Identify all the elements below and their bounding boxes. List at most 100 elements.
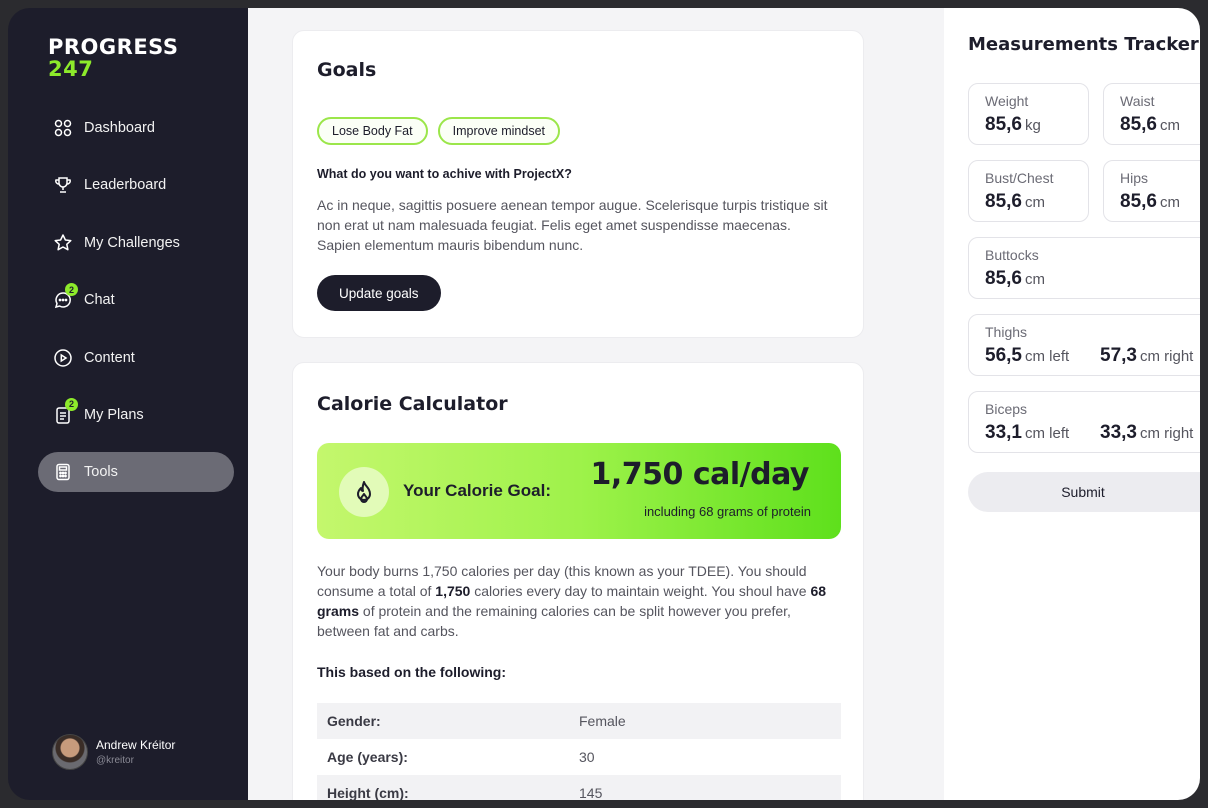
value-unit: cm bbox=[1024, 194, 1045, 211]
sidebar-item-tools[interactable]: Tools bbox=[38, 452, 234, 493]
avatar bbox=[52, 734, 88, 770]
calorie-goal-value: 1,750 cal/day bbox=[590, 457, 810, 492]
brand-logo[interactable]: PROGRESS 247 bbox=[48, 36, 178, 80]
sidebar-item-label: My Challenges bbox=[84, 234, 180, 251]
weight-field[interactable]: Weight 85,6 kg bbox=[968, 83, 1089, 145]
value-unit: cm bbox=[1159, 194, 1180, 211]
value-number: 85,6 bbox=[985, 191, 1022, 212]
calorie-goal-subtitle: including 68 grams of protein bbox=[644, 504, 811, 519]
user-name: Andrew Kréitor bbox=[96, 738, 176, 752]
submit-button[interactable]: Submit bbox=[968, 472, 1200, 512]
main-content: Goals Lose Body Fat Improve mindset What… bbox=[248, 8, 944, 800]
field-label: Biceps bbox=[985, 401, 1028, 417]
goals-question: What do you want to achive with ProjectX… bbox=[317, 167, 572, 181]
grid-icon bbox=[52, 117, 74, 139]
tracker-title: Measurements Tracker bbox=[968, 34, 1199, 55]
buttocks-field[interactable]: Buttocks 85,6 cm bbox=[968, 237, 1200, 299]
value-number: 57,3 bbox=[1100, 345, 1137, 366]
plans-badge: 2 bbox=[65, 397, 78, 411]
explanation-bold: 1,750 bbox=[435, 583, 471, 599]
measurements-panel: Measurements Tracker Weight 85,6 kg Waist… bbox=[944, 8, 1200, 800]
field-label: Waist bbox=[1120, 93, 1155, 109]
value-unit: kg bbox=[1024, 117, 1041, 134]
sidebar-item-label: Chat bbox=[84, 292, 115, 309]
table-key: Gender: bbox=[327, 713, 381, 729]
table-row: Height (cm): 145 bbox=[317, 775, 841, 800]
explanation-text: of protein and the remaining calories ca… bbox=[317, 603, 791, 639]
user-handle: @kreitor bbox=[96, 755, 134, 766]
brand-line-1: PROGRESS bbox=[48, 35, 179, 59]
biceps-field[interactable]: Biceps 33,1 cm left 33,3 cm right bbox=[968, 391, 1200, 453]
value-number: 85,6 bbox=[1120, 114, 1157, 135]
inputs-table: Gender: Female Age (years): 30 Height (c… bbox=[317, 703, 841, 800]
trophy-icon bbox=[52, 174, 74, 196]
update-goals-button[interactable]: Update goals bbox=[317, 275, 441, 311]
field-value: 85,6 cm bbox=[1120, 114, 1180, 136]
table-key: Age (years): bbox=[327, 749, 408, 765]
calculator-icon bbox=[52, 461, 74, 483]
value-number: 85,6 bbox=[1120, 191, 1157, 212]
field-value: 85,6 cm bbox=[985, 268, 1045, 290]
chat-icon: 2 bbox=[52, 283, 78, 311]
brand-line-2: 247 bbox=[48, 57, 94, 81]
goal-chips: Lose Body Fat Improve mindset bbox=[317, 117, 561, 145]
value-number: 33,1 bbox=[985, 422, 1022, 443]
sidebar-item-my-plans[interactable]: 2 My Plans bbox=[38, 395, 234, 435]
sidebar-item-label: Leaderboard bbox=[84, 177, 167, 194]
calculator-explanation: Your body burns 1,750 calories per day (… bbox=[317, 561, 841, 641]
sidebar: PROGRESS 247 Dashboard Leaderboard My Ch… bbox=[8, 8, 248, 800]
value-number: 33,3 bbox=[1100, 422, 1137, 443]
document-icon: 2 bbox=[52, 397, 78, 426]
thighs-field[interactable]: Thighs 56,5 cm left 57,3 cm right bbox=[968, 314, 1200, 376]
calorie-goal-banner: Your Calorie Goal: 1,750 cal/day includi… bbox=[317, 443, 841, 539]
field-value: 85,6 cm bbox=[1120, 191, 1180, 213]
table-row: Age (years): 30 bbox=[317, 739, 841, 775]
sidebar-item-my-challenges[interactable]: My Challenges bbox=[38, 223, 234, 263]
play-icon bbox=[52, 347, 74, 369]
goal-chip[interactable]: Lose Body Fat bbox=[317, 117, 428, 145]
table-value: 145 bbox=[579, 785, 603, 800]
sidebar-item-leaderboard[interactable]: Leaderboard bbox=[38, 165, 234, 205]
app-window: PROGRESS 247 Dashboard Leaderboard My Ch… bbox=[8, 8, 1200, 800]
waist-field[interactable]: Waist 85,6 cm bbox=[1103, 83, 1200, 145]
calorie-calculator-card: Calorie Calculator Your Calorie Goal: 1,… bbox=[292, 362, 864, 800]
value-unit: cm right bbox=[1139, 348, 1194, 365]
value-number: 56,5 bbox=[985, 345, 1022, 366]
sidebar-nav: Dashboard Leaderboard My Challenges 2 Ch… bbox=[38, 108, 234, 510]
table-key: Height (cm): bbox=[327, 785, 409, 800]
field-label: Hips bbox=[1120, 170, 1149, 186]
field-value-right: 57,3 cm right bbox=[1100, 345, 1193, 367]
star-icon bbox=[52, 232, 74, 254]
fire-icon bbox=[339, 467, 389, 517]
goal-chip[interactable]: Improve mindset bbox=[437, 117, 561, 145]
field-value-right: 33,3 cm right bbox=[1100, 422, 1193, 444]
value-unit: cm bbox=[1024, 271, 1045, 288]
table-value: 30 bbox=[579, 749, 595, 765]
sidebar-item-chat[interactable]: 2 Chat bbox=[38, 280, 234, 320]
value-number: 85,6 bbox=[985, 268, 1022, 289]
explanation-text: calories every day to maintain weight. Y… bbox=[470, 583, 811, 599]
value-unit: cm bbox=[1159, 117, 1180, 134]
calorie-goal-label: Your Calorie Goal: bbox=[403, 481, 551, 500]
value-unit: cm right bbox=[1139, 425, 1194, 442]
chat-badge: 2 bbox=[65, 283, 78, 297]
goals-card: Goals Lose Body Fat Improve mindset What… bbox=[292, 30, 864, 338]
sidebar-item-content[interactable]: Content bbox=[38, 338, 234, 378]
field-value-left: 56,5 cm left bbox=[985, 345, 1069, 367]
goals-title: Goals bbox=[317, 59, 377, 81]
user-profile[interactable]: Andrew Kréitor @kreitor bbox=[52, 734, 175, 770]
field-value: 85,6 kg bbox=[985, 114, 1041, 136]
sidebar-item-dashboard[interactable]: Dashboard bbox=[38, 108, 234, 148]
goals-text: Ac in neque, sagittis posuere aenean tem… bbox=[317, 197, 828, 253]
field-label: Bust/Chest bbox=[985, 170, 1054, 186]
field-value: 85,6 cm bbox=[985, 191, 1045, 213]
hips-field[interactable]: Hips 85,6 cm bbox=[1103, 160, 1200, 222]
field-value-left: 33,1 cm left bbox=[985, 422, 1069, 444]
table-value: Female bbox=[579, 713, 626, 729]
sidebar-item-label: Tools bbox=[84, 464, 118, 481]
table-row: Gender: Female bbox=[317, 703, 841, 739]
sidebar-item-label: Content bbox=[84, 349, 135, 366]
bust-chest-field[interactable]: Bust/Chest 85,6 cm bbox=[968, 160, 1089, 222]
value-number: 85,6 bbox=[985, 114, 1022, 135]
based-on-heading: This based on the following: bbox=[317, 664, 506, 680]
